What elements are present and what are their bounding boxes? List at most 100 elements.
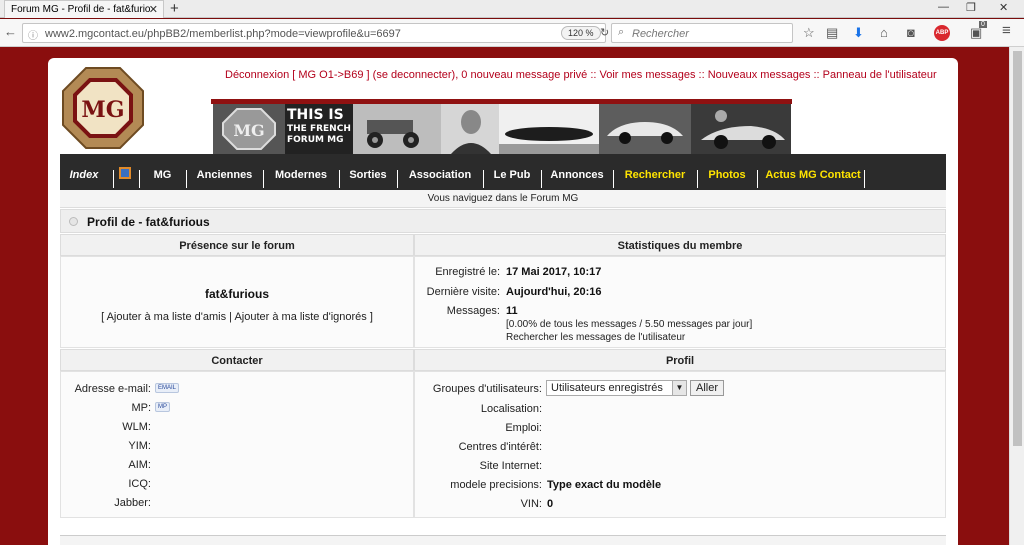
job-label: Emploi: bbox=[505, 422, 542, 434]
last-visit-label: Dernière visite: bbox=[426, 286, 500, 298]
close-tab-icon[interactable]: ✕ bbox=[149, 3, 158, 16]
search-icon: ⌕ bbox=[618, 26, 625, 38]
profile-title-bar: Profil de - fat&furious bbox=[60, 209, 946, 233]
registered-value: 17 Mai 2017, 10:17 bbox=[506, 266, 602, 278]
browser-nav-bar: ← ⓘ www2.mgcontact.eu/phpBB2/memberlist.… bbox=[0, 19, 1024, 47]
menu-item-modernes[interactable]: Modernes bbox=[268, 167, 334, 184]
breadcrumb: Vous naviguez dans le Forum MG bbox=[60, 190, 946, 208]
browser-search-input[interactable]: ⌕ Rechercher bbox=[611, 23, 793, 43]
close-window-icon[interactable]: ✕ bbox=[999, 1, 1008, 14]
menu-separator bbox=[697, 170, 698, 188]
footer-strip bbox=[60, 535, 946, 545]
menu-separator bbox=[113, 170, 114, 188]
website-label: Site Internet: bbox=[479, 460, 542, 472]
bullet-icon bbox=[69, 217, 78, 226]
menu-item-index[interactable]: Index bbox=[60, 167, 108, 184]
browser-tab[interactable]: Forum MG - Profil de - fat&furio ✕ bbox=[4, 0, 164, 18]
jabber-label: Jabber: bbox=[114, 497, 151, 509]
menu-item-photos[interactable]: Photos bbox=[702, 167, 752, 184]
user-groups-select[interactable]: Utilisateurs enregistrés ▼ bbox=[546, 380, 687, 396]
vin-value: 0 bbox=[547, 498, 554, 510]
breadcrumb-prefix: Vous naviguez dans le bbox=[427, 193, 528, 204]
email-button[interactable]: EMAIL bbox=[155, 383, 180, 393]
menu-item-mg[interactable]: MG bbox=[144, 167, 181, 184]
messages-value: 11 bbox=[506, 305, 518, 317]
back-icon[interactable]: ← bbox=[4, 24, 17, 39]
presence-header: Présence sur le forum bbox=[60, 234, 414, 256]
menu-item-sorties[interactable]: Sorties bbox=[344, 167, 392, 184]
groups-label: Groupes d'utilisateurs: bbox=[432, 383, 542, 395]
breadcrumb-forum-link[interactable]: Forum MG bbox=[531, 193, 579, 204]
user-links[interactable]: Déconnexion [ MG O1->B69 ] (se deconnect… bbox=[225, 69, 937, 81]
url-bar[interactable]: ⓘ www2.mgcontact.eu/phpBB2/memberlist.ph… bbox=[22, 23, 609, 43]
restore-icon[interactable]: ❐ bbox=[966, 1, 976, 14]
new-tab-icon[interactable]: + bbox=[170, 0, 179, 17]
model-label: modele precisions: bbox=[450, 479, 542, 491]
vin-label: VIN: bbox=[520, 498, 542, 510]
menu-item-anciennes[interactable]: Anciennes bbox=[191, 167, 258, 184]
banner-line-3: FORUM MG bbox=[287, 135, 344, 145]
stats-header: Statistiques du membre bbox=[414, 234, 946, 256]
zoom-level[interactable]: 120 % bbox=[561, 26, 601, 40]
email-label: Adresse e-mail: bbox=[74, 383, 151, 395]
adblock-icon[interactable]: ABP bbox=[934, 25, 950, 41]
banner-sports-car-photo bbox=[599, 104, 691, 154]
scrollbar-thumb[interactable] bbox=[1013, 51, 1022, 446]
bookmark-star-icon[interactable]: ☆ bbox=[803, 25, 815, 41]
menu-item-rechercher[interactable]: Rechercher bbox=[618, 167, 692, 184]
messages-detail: [0.00% de tous les messages / 5.50 messa… bbox=[506, 319, 753, 330]
forum-page: MG Déconnexion [ MG O1->B69 ] (se deconn… bbox=[48, 58, 958, 545]
search-placeholder: Rechercher bbox=[632, 28, 689, 40]
icq-label: ICQ: bbox=[128, 478, 151, 490]
minimize-icon[interactable]: — bbox=[938, 1, 949, 13]
presence-panel bbox=[60, 256, 414, 348]
yim-label: YIM: bbox=[128, 440, 151, 452]
menu-item-le-pub[interactable]: Le Pub bbox=[488, 167, 536, 184]
download-icon[interactable]: ⬇ bbox=[853, 25, 864, 41]
chevron-down-icon: ▼ bbox=[672, 381, 686, 395]
banner-portrait-photo bbox=[441, 104, 499, 154]
reading-list-icon[interactable]: ▤ bbox=[826, 25, 838, 41]
menu-item-gallery[interactable] bbox=[118, 165, 132, 182]
menu-item-annonces[interactable]: Annonces bbox=[546, 167, 608, 184]
svg-text:MG: MG bbox=[81, 97, 124, 123]
menu-separator bbox=[864, 170, 865, 188]
wlm-label: WLM: bbox=[122, 421, 151, 433]
profile-header: Profil bbox=[414, 349, 946, 371]
page-title: Profil de - fat&furious bbox=[87, 215, 210, 229]
search-user-messages-link[interactable]: Rechercher les messages de l'utilisateur bbox=[506, 332, 685, 343]
home-icon[interactable]: ⌂ bbox=[880, 25, 888, 40]
model-value: Type exact du modèle bbox=[547, 479, 662, 491]
pm-button[interactable]: MP bbox=[155, 402, 170, 412]
menu-item-actus[interactable]: Actus MG Contact bbox=[762, 167, 864, 184]
menu-separator bbox=[541, 170, 542, 188]
mg-logo[interactable]: MG bbox=[61, 66, 145, 150]
location-label: Localisation: bbox=[480, 403, 542, 415]
reload-icon[interactable]: ↻ bbox=[600, 26, 609, 39]
pocket-icon[interactable]: ◙ bbox=[907, 25, 915, 40]
page-scrollbar[interactable] bbox=[1009, 47, 1024, 545]
tab-title: Forum MG - Profil de - fat&furio bbox=[11, 4, 151, 15]
svg-text:MG: MG bbox=[233, 121, 264, 140]
menu-separator bbox=[397, 170, 398, 188]
banner-text: THIS IS THE FRENCH FORUM MG bbox=[287, 107, 351, 145]
mp-label: MP: bbox=[131, 402, 151, 414]
info-icon[interactable]: ⓘ bbox=[28, 27, 38, 42]
contact-header: Contacter bbox=[60, 349, 414, 371]
url-text[interactable]: www2.mgcontact.eu/phpBB2/memberlist.php?… bbox=[45, 28, 401, 40]
menu-separator bbox=[483, 170, 484, 188]
go-button[interactable]: Aller bbox=[690, 380, 725, 396]
browser-tab-bar: Forum MG - Profil de - fat&furio ✕ + — ❐… bbox=[0, 0, 1024, 18]
menu-item-association[interactable]: Association bbox=[402, 167, 478, 184]
username: fat&furious bbox=[205, 287, 269, 301]
registered-label: Enregistré le: bbox=[435, 266, 500, 278]
menu-separator bbox=[139, 170, 140, 188]
banner-vintage-car-photo bbox=[353, 104, 441, 154]
menu-hamburger-icon[interactable]: ≡ bbox=[1002, 22, 1011, 39]
extension-badge: 0 bbox=[979, 21, 987, 28]
friend-links[interactable]: [ Ajouter à ma liste d'amis | Ajouter à … bbox=[60, 311, 414, 323]
picture-icon bbox=[119, 167, 131, 179]
menu-separator bbox=[186, 170, 187, 188]
banner-line-1: THIS IS bbox=[287, 107, 344, 123]
aim-label: AIM: bbox=[128, 459, 151, 471]
